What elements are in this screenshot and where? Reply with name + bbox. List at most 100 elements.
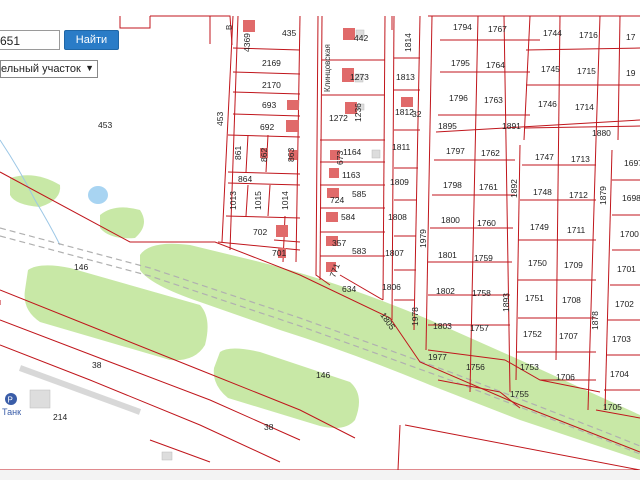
parcel-1891[interactable]: 1891 — [502, 121, 521, 131]
parcel-701[interactable]: 701 — [272, 248, 286, 258]
parcel-1760[interactable]: 1760 — [477, 218, 496, 228]
parcel-1755[interactable]: 1755 — [510, 389, 529, 399]
parcel-1757[interactable]: 1757 — [470, 323, 489, 333]
parcel-693[interactable]: 693 — [262, 100, 276, 110]
parcel-1801[interactable]: 1801 — [438, 250, 457, 260]
parcel-861[interactable]: 861 — [233, 146, 243, 160]
parcel-453-side[interactable]: 453 — [215, 112, 225, 126]
parcel-1978[interactable]: 1978 — [410, 307, 420, 326]
parcel-1807[interactable]: 1807 — [385, 248, 404, 258]
parcel-1767[interactable]: 1767 — [488, 24, 507, 34]
parcel-1747[interactable]: 1747 — [535, 152, 554, 162]
parcel-1716[interactable]: 1716 — [579, 30, 598, 40]
parcel-1707[interactable]: 1707 — [559, 331, 578, 341]
parcel-1794[interactable]: 1794 — [453, 22, 472, 32]
search-button[interactable]: Найти — [64, 30, 119, 50]
parcel-1878[interactable]: 1878 — [590, 311, 600, 330]
parcel-1759[interactable]: 1759 — [474, 253, 493, 263]
parcel-1803[interactable]: 1803 — [433, 321, 452, 331]
parcel-1809[interactable]: 1809 — [390, 177, 409, 187]
parcel-1746[interactable]: 1746 — [538, 99, 557, 109]
parcel-1702[interactable]: 1702 — [615, 299, 634, 309]
parcel-1806[interactable]: 1806 — [382, 282, 401, 292]
parcel-1796[interactable]: 1796 — [449, 93, 468, 103]
parcel-1745[interactable]: 1745 — [541, 64, 560, 74]
parcel-862[interactable]: 862 — [259, 148, 269, 162]
parcel-692[interactable]: 692 — [260, 122, 274, 132]
parcel-1756[interactable]: 1756 — [466, 362, 485, 372]
parcel-1164[interactable]: 1164 — [343, 147, 362, 157]
parcel-1719[interactable]: 19 — [626, 68, 636, 78]
parcel-863[interactable]: 863 — [286, 148, 296, 162]
parcel-1708[interactable]: 1708 — [562, 295, 581, 305]
parcel-1712[interactable]: 1712 — [569, 190, 588, 200]
parcel-1748[interactable]: 1748 — [533, 187, 552, 197]
parcel-1014[interactable]: 1014 — [280, 191, 290, 210]
parcel-1761[interactable]: 1761 — [479, 182, 498, 192]
parcel-1753[interactable]: 1753 — [520, 362, 539, 372]
search-input[interactable] — [0, 30, 60, 50]
parcel-1273[interactable]: 1273 — [350, 72, 369, 82]
parcel-1808[interactable]: 1808 — [388, 212, 407, 222]
parcel-1711[interactable]: 1711 — [567, 225, 586, 235]
parcel-634[interactable]: 634 — [342, 284, 356, 294]
parcel-1798[interactable]: 1798 — [443, 180, 462, 190]
parcel-1814[interactable]: 1814 — [403, 33, 413, 52]
parcel-1893[interactable]: 1893 — [501, 293, 511, 312]
parcel-1749[interactable]: 1749 — [530, 222, 549, 232]
parcel-1795[interactable]: 1795 — [451, 58, 470, 68]
parcel-1744[interactable]: 1744 — [543, 28, 562, 38]
parcel-4369[interactable]: 4369 — [242, 33, 252, 52]
parcel-442[interactable]: 442 — [354, 33, 368, 43]
parcel-1895[interactable]: 1895 — [438, 121, 457, 131]
parcel-1717[interactable]: 17 — [626, 32, 636, 42]
parcel-1714[interactable]: 1714 — [575, 102, 594, 112]
parcel-435[interactable]: 435 — [282, 28, 296, 38]
parcel-1697[interactable]: 1697 — [624, 158, 640, 168]
parcel-1892[interactable]: 1892 — [509, 179, 519, 198]
parcel-1879[interactable]: 1879 — [598, 186, 608, 205]
parcel-1758[interactable]: 1758 — [472, 288, 491, 298]
parcel-585[interactable]: 585 — [352, 189, 366, 199]
parcel-584[interactable]: 584 — [341, 212, 355, 222]
parcel-1715[interactable]: 1715 — [577, 66, 596, 76]
parcel-1701[interactable]: 1701 — [617, 264, 636, 274]
parcel-673[interactable]: 673 — [335, 151, 345, 165]
parcel-32[interactable]: 32 — [412, 109, 422, 119]
parcel-724[interactable]: 724 — [330, 195, 344, 205]
parcel-1013[interactable]: 1013 — [228, 191, 238, 210]
parcel-1979[interactable]: 1979 — [418, 229, 428, 248]
parcel-1813[interactable]: 1813 — [396, 72, 415, 82]
parcel-1802[interactable]: 1802 — [436, 286, 455, 296]
parcel-1704[interactable]: 1704 — [610, 369, 629, 379]
parcel-1762[interactable]: 1762 — [481, 148, 500, 158]
parcel-1163[interactable]: 1163 — [342, 170, 361, 180]
parcel-1797[interactable]: 1797 — [446, 146, 465, 156]
parcel-1236[interactable]: 1236 — [353, 103, 363, 122]
parcel-357[interactable]: 357 — [332, 238, 346, 248]
parcel-1811[interactable]: 1811 — [392, 142, 411, 152]
parcel-2169[interactable]: 2169 — [262, 58, 281, 68]
parcel-1800[interactable]: 1800 — [441, 215, 460, 225]
parcel-1752[interactable]: 1752 — [523, 329, 542, 339]
parcel-1763[interactable]: 1763 — [484, 95, 503, 105]
parcel-1703[interactable]: 1703 — [612, 334, 631, 344]
parcel-702[interactable]: 702 — [253, 227, 267, 237]
parcel-1272[interactable]: 1272 — [329, 113, 348, 123]
parcel-864[interactable]: 864 — [238, 174, 252, 184]
parcel-2170[interactable]: 2170 — [262, 80, 281, 90]
parcel-583[interactable]: 583 — [352, 246, 366, 256]
parcel-1880[interactable]: 1880 — [592, 128, 611, 138]
parcel-1751[interactable]: 1751 — [525, 293, 544, 303]
parcel-453-big[interactable]: 453 — [98, 120, 112, 130]
parcel-1750[interactable]: 1750 — [528, 258, 547, 268]
parcel-1700[interactable]: 1700 — [620, 229, 639, 239]
layer-select[interactable]: ельный участок ▼ — [0, 60, 98, 78]
parcel-1705[interactable]: 1705 — [603, 402, 622, 412]
parcel-1713[interactable]: 1713 — [571, 154, 590, 164]
parcel-1015[interactable]: 1015 — [253, 191, 263, 210]
parcel-1706[interactable]: 1706 — [556, 372, 575, 382]
parcel-1764[interactable]: 1764 — [486, 60, 505, 70]
parcel-1977[interactable]: 1977 — [428, 352, 447, 362]
parcel-1698[interactable]: 1698 — [622, 193, 640, 203]
